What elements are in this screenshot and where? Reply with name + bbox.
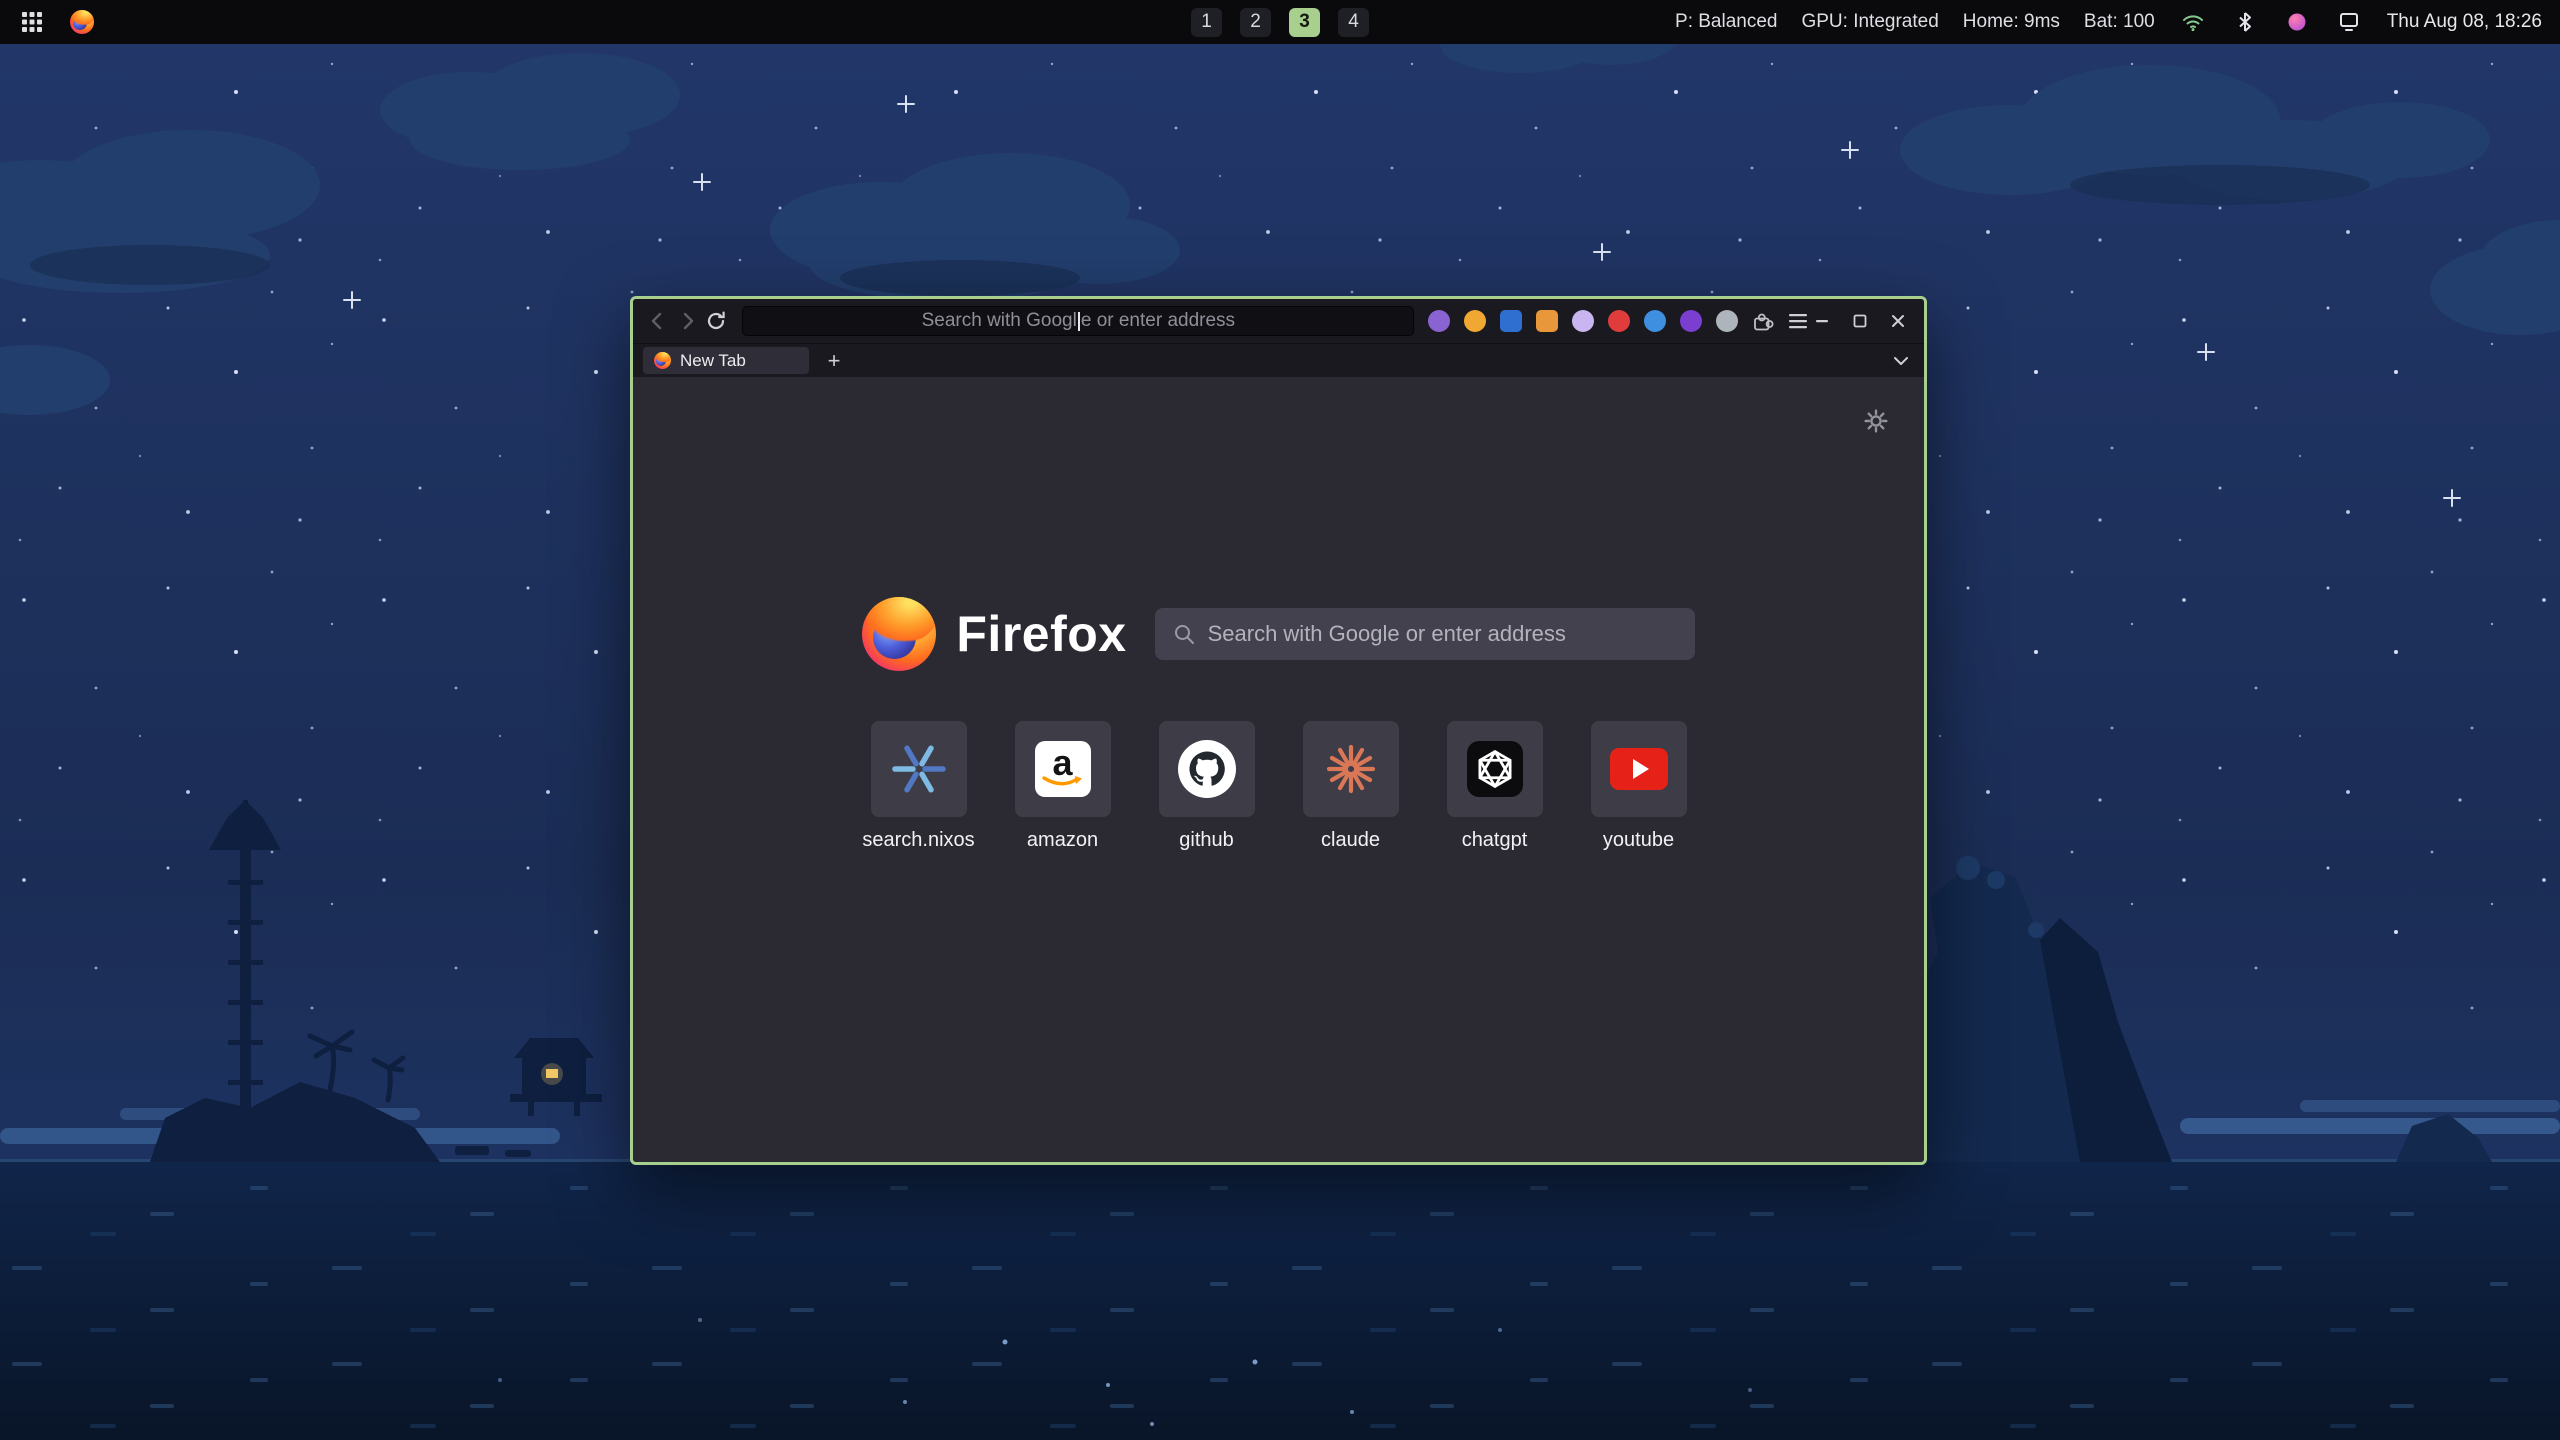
extension-icon[interactable] [1428, 310, 1450, 332]
firefox-logo [862, 597, 936, 671]
firefox-wordmark: Firefox [956, 605, 1126, 663]
clock: Thu Aug 08, 18:26 [2387, 11, 2542, 33]
firefox-favicon [654, 352, 671, 369]
display-icon[interactable] [2335, 8, 2363, 36]
shortcut-youtube[interactable]: youtube [1567, 721, 1711, 852]
shortcut-amazon[interactable]: a amazon [991, 721, 1135, 852]
network-latency-status: Home: 9ms [1963, 11, 2060, 33]
back-button[interactable] [643, 305, 672, 337]
wifi-icon[interactable] [2179, 8, 2207, 36]
notification-dot-icon[interactable] [2283, 8, 2311, 36]
shortcut-label: claude [1279, 829, 1423, 852]
shortcuts-row: search.nixos a amazon [633, 721, 1924, 852]
extension-icon[interactable] [1644, 310, 1666, 332]
firefox-hero: Firefox [633, 597, 1924, 671]
newtab-search-bar[interactable] [1155, 608, 1695, 660]
shortcut-github[interactable]: github [1135, 721, 1279, 852]
tab-bar: New Tab + [633, 343, 1924, 377]
workspace-button-1[interactable]: 1 [1191, 8, 1222, 37]
amazon-icon: a [1035, 741, 1091, 797]
shortcut-claude[interactable]: claude [1279, 721, 1423, 852]
shortcut-label: amazon [991, 829, 1135, 852]
menu-hamburger-icon[interactable] [1786, 308, 1810, 334]
tab-new-tab[interactable]: New Tab [643, 347, 809, 374]
new-tab-button[interactable]: + [821, 348, 847, 374]
forward-button[interactable] [672, 305, 701, 337]
desktop: 1 2 3 4 P: Balanced GPU: Integrated Home… [0, 0, 2560, 1440]
url-bar[interactable]: Search with Google or enter address [742, 306, 1414, 336]
close-button[interactable] [1886, 309, 1910, 333]
firefox-taskbar-icon[interactable] [68, 8, 96, 36]
github-icon [1178, 740, 1236, 798]
extensions-puzzle-icon[interactable] [1750, 308, 1774, 334]
firefox-window: Search with Google or enter address [630, 296, 1927, 1165]
url-placeholder-left: Search with Googl [922, 310, 1077, 332]
text-caret [1078, 312, 1080, 331]
window-controls [1810, 309, 1910, 333]
maximize-button[interactable] [1848, 309, 1872, 333]
extension-icon[interactable] [1500, 310, 1522, 332]
status-bar: 1 2 3 4 P: Balanced GPU: Integrated Home… [0, 0, 2560, 44]
youtube-icon [1610, 748, 1668, 790]
battery-status: Bat: 100 [2084, 11, 2155, 33]
workspace-switcher: 1 2 3 4 [1191, 8, 1369, 37]
list-all-tabs-chevron-icon[interactable] [1888, 348, 1914, 374]
amazon-letter: a [1052, 749, 1072, 778]
shortcut-label: youtube [1567, 829, 1711, 852]
claude-icon [1322, 740, 1380, 798]
nixos-icon [890, 740, 948, 798]
tab-title: New Tab [680, 351, 746, 371]
amazon-smile-icon [1042, 776, 1084, 789]
minimize-button[interactable] [1810, 309, 1834, 333]
new-tab-page: Firefox [633, 377, 1924, 1162]
extension-icon[interactable] [1680, 310, 1702, 332]
navigation-toolbar: Search with Google or enter address [633, 299, 1924, 343]
personalize-gear-icon[interactable] [1864, 409, 1888, 438]
shortcut-label: chatgpt [1423, 829, 1567, 852]
shortcut-search-nixos[interactable]: search.nixos [847, 721, 991, 852]
gpu-status: GPU: Integrated [1801, 11, 1938, 33]
extension-icon[interactable] [1608, 310, 1630, 332]
bluetooth-icon[interactable] [2231, 8, 2259, 36]
shortcut-label: search.nixos [847, 829, 991, 852]
workspace-button-2[interactable]: 2 [1240, 8, 1271, 37]
search-input[interactable] [1208, 621, 1677, 647]
extension-icon[interactable] [1536, 310, 1558, 332]
extension-icon[interactable] [1572, 310, 1594, 332]
url-placeholder-right: e or enter address [1081, 310, 1235, 332]
extension-icon[interactable] [1464, 310, 1486, 332]
reload-button[interactable] [701, 305, 730, 337]
shortcut-label: github [1135, 829, 1279, 852]
power-profile-status: P: Balanced [1675, 11, 1777, 33]
ocean [0, 1159, 2560, 1440]
extension-toolbar [1428, 310, 1738, 332]
workspace-button-3[interactable]: 3 [1289, 8, 1320, 37]
workspace-button-4[interactable]: 4 [1338, 8, 1369, 37]
shortcut-chatgpt[interactable]: chatgpt [1423, 721, 1567, 852]
search-icon [1173, 623, 1195, 645]
app-launcher-icon[interactable] [18, 8, 46, 36]
extension-icon[interactable] [1716, 310, 1738, 332]
chatgpt-icon [1467, 741, 1523, 797]
